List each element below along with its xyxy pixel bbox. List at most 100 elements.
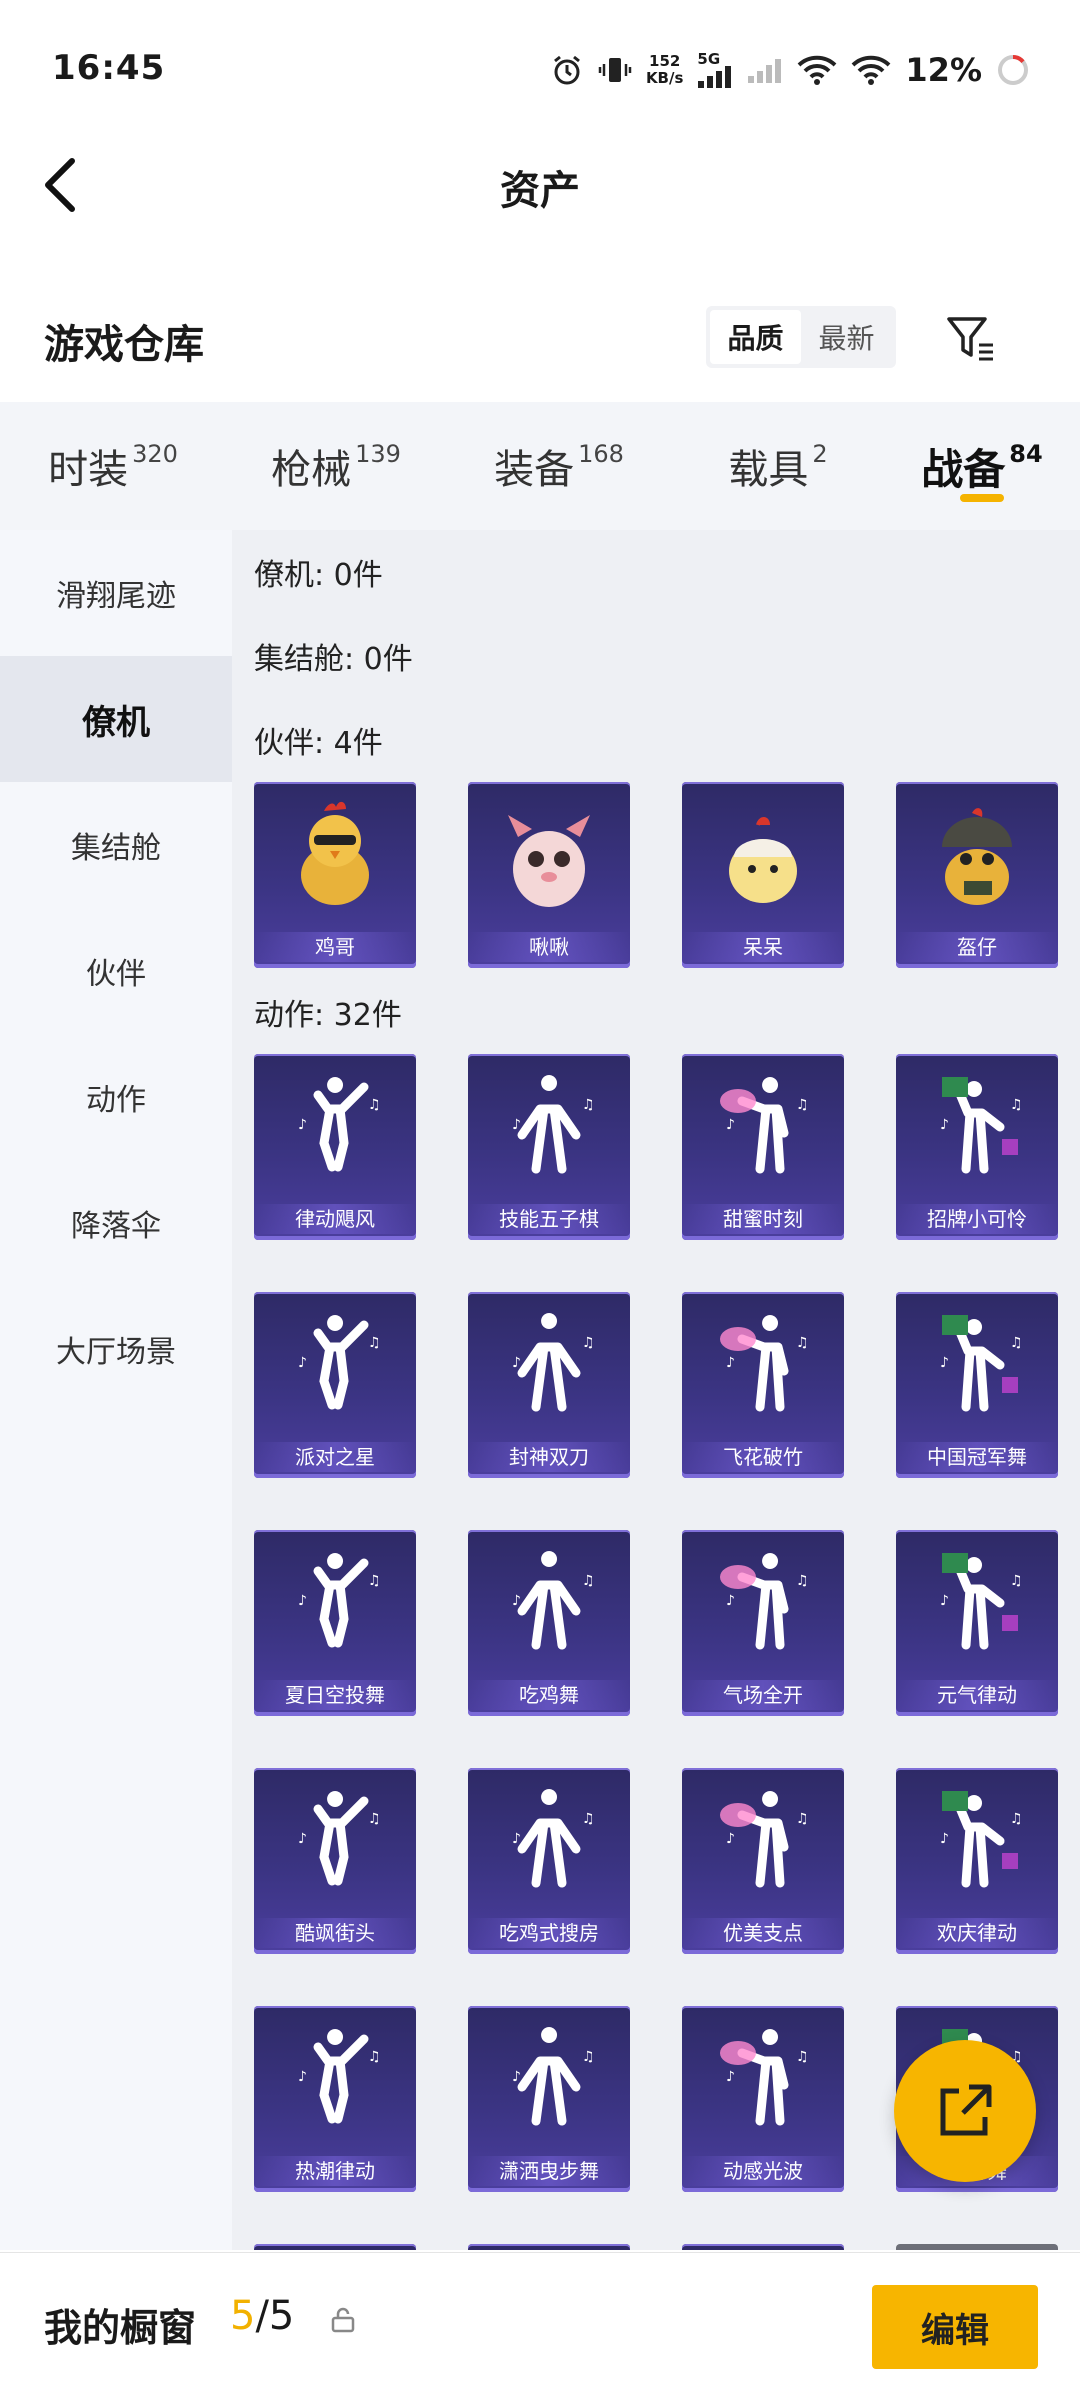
side-item-pod[interactable]: 集结舱 [0,782,232,908]
emote-card[interactable]: ♪ ♫ 热潮律动 [254,2006,416,2192]
svg-text:♪: ♪ [940,1355,949,1371]
edit-button[interactable]: 编辑 [872,2285,1038,2369]
side-item-glide-trail[interactable]: 滑翔尾迹 [0,530,232,656]
emote-card[interactable]: ♪ ♫ 酷飒街头 [254,1768,416,1954]
bottom-bar: 我的橱窗 5/5 编辑 [0,2252,1080,2400]
emote-card[interactable]: ♪ ♫ 元气律动 [896,1530,1058,1716]
emote-card[interactable]: ♪ ♫ 夏日空投舞 [254,1530,416,1716]
partner-card[interactable]: 盔仔 [896,782,1058,968]
net-speed-unit: KB/s [645,69,684,87]
side-item-partner[interactable]: 伙伴 [0,908,232,1034]
tab-guns[interactable]: 枪械 139 [226,402,446,530]
svg-text:♫: ♫ [1010,1097,1023,1113]
dancer-icon: ♪♫ [468,1054,630,1204]
emote-card[interactable]: ♪ ♫ 飞花破竹 [682,1292,844,1478]
emote-card[interactable]: ♪ ♫ 中国冠军舞 [896,1292,1058,1478]
lock-icon [331,2307,355,2333]
emote-card[interactable]: ♪ ♫ 甜蜜时刻 [682,1054,844,1240]
item-name: 呆呆 [682,932,844,962]
dancer-icon: ♪♫ [682,1054,844,1204]
showcase-count: 5/5 [230,2293,294,2339]
dancer-icon: ♪♫ [896,1530,1058,1680]
svg-text:♫: ♫ [796,2049,809,2065]
vibrate-icon [598,53,632,87]
emote-card[interactable]: ♪ ♫ 欢庆律动 [896,1768,1058,1954]
filter-button[interactable] [940,306,1004,370]
pink-bird-icon [468,782,630,932]
tab-battle-gear[interactable]: 战备 84 [884,402,1080,530]
svg-text:♪: ♪ [940,1593,949,1609]
emote-card-partial[interactable] [682,2244,844,2250]
item-name: 鸡哥 [254,932,416,962]
dancer-icon: ♪♫ [468,1530,630,1680]
helmet-chicken-icon [896,782,1058,932]
item-name: 律动飓风 [254,1204,416,1234]
emote-card[interactable]: ♪ ♫ 吃鸡式搜房 [468,1768,630,1954]
item-name: 气场全开 [682,1680,844,1710]
side-item-lobby-scene[interactable]: 大厅场景 [0,1286,232,1412]
active-tab-indicator [960,494,1004,502]
dancer-icon: ♪♫ [468,1292,630,1442]
emote-card[interactable]: ♪ ♫ 律动飓风 [254,1054,416,1240]
side-item-parachute[interactable]: 降落伞 [0,1160,232,1286]
emote-card-partial[interactable] [896,2244,1058,2250]
emote-card[interactable]: ♪ ♫ 优美支点 [682,1768,844,1954]
emote-card[interactable]: ♪ ♫ 潇洒曳步舞 [468,2006,630,2192]
dancer-icon: ♪♫ [682,1768,844,1918]
side-item-wingman[interactable]: 僚机 [0,656,232,782]
svg-text:♫: ♫ [582,1573,595,1589]
group-label-wingman: 僚机: 0件 [254,558,383,593]
tab-vehicles[interactable]: 载具 2 [672,402,884,530]
svg-text:♪: ♪ [726,1117,735,1133]
tab-label: 枪械 [271,447,352,493]
item-name: 欢庆律动 [896,1918,1058,1948]
item-name: 优美支点 [682,1918,844,1948]
emote-card[interactable]: ♪ ♫ 吃鸡舞 [468,1530,630,1716]
dancer-icon: ♪♫ [682,1292,844,1442]
emote-card-partial[interactable] [254,2244,416,2250]
page-title: 资产 [500,168,580,214]
item-name: 封神双刀 [468,1442,630,1472]
svg-text:♪: ♪ [298,1831,307,1847]
item-name: 派对之星 [254,1442,416,1472]
partner-card[interactable]: 啾啾 [468,782,630,968]
tab-equipment[interactable]: 装备 168 [446,402,672,530]
dancer-icon: ♪♫ [254,1054,416,1204]
emote-card-partial[interactable] [468,2244,630,2250]
side-item-emote[interactable]: 动作 [0,1034,232,1160]
dancer-icon: ♪♫ [682,1530,844,1680]
sort-quality-button[interactable]: 品质 [710,310,801,364]
side-nav: 滑翔尾迹 僚机 集结舱 伙伴 动作 降落伞 大厅场景 [0,530,232,2250]
partner-card[interactable]: 呆呆 [682,782,844,968]
svg-text:♫: ♫ [1010,1811,1023,1827]
status-bar: 16:45 152 KB/s 5G 12% [0,0,1080,140]
filter-icon [947,317,993,361]
tab-fashion[interactable]: 时装 320 [0,402,226,530]
svg-text:♪: ♪ [298,2069,307,2085]
emote-card[interactable]: ♪ ♫ 招牌小可怜 [896,1054,1058,1240]
tab-count: 84 [1009,440,1043,468]
showcase-total: /5 [255,2293,295,2339]
emote-card[interactable]: ♪ ♫ 技能五子棋 [468,1054,630,1240]
emote-card[interactable]: ♪ ♫ 派对之星 [254,1292,416,1478]
tab-label: 载具 [728,447,809,493]
sort-newest-button[interactable]: 最新 [801,310,892,364]
share-icon [940,2084,992,2136]
svg-text:♫: ♫ [368,1811,381,1827]
svg-text:♫: ♫ [368,1097,381,1113]
svg-text:♪: ♪ [726,2069,735,2085]
svg-text:♫: ♫ [582,2049,595,2065]
dancer-icon: ♪♫ [254,1530,416,1680]
showcase-label: 我的橱窗 [44,2306,197,2350]
emote-card[interactable]: ♪ ♫ 封神双刀 [468,1292,630,1478]
item-name: 动感光波 [682,2156,844,2186]
network-type: 5G [697,50,721,68]
emote-card[interactable]: ♪ ♫ 气场全开 [682,1530,844,1716]
svg-text:♪: ♪ [726,1593,735,1609]
share-button[interactable] [894,2040,1036,2182]
partner-card[interactable]: 鸡哥 [254,782,416,968]
svg-text:♫: ♫ [796,1811,809,1827]
emote-card[interactable]: ♪ ♫ 动感光波 [682,2006,844,2192]
item-name: 盔仔 [896,932,1058,962]
group-label-emote: 动作: 32件 [254,998,402,1033]
